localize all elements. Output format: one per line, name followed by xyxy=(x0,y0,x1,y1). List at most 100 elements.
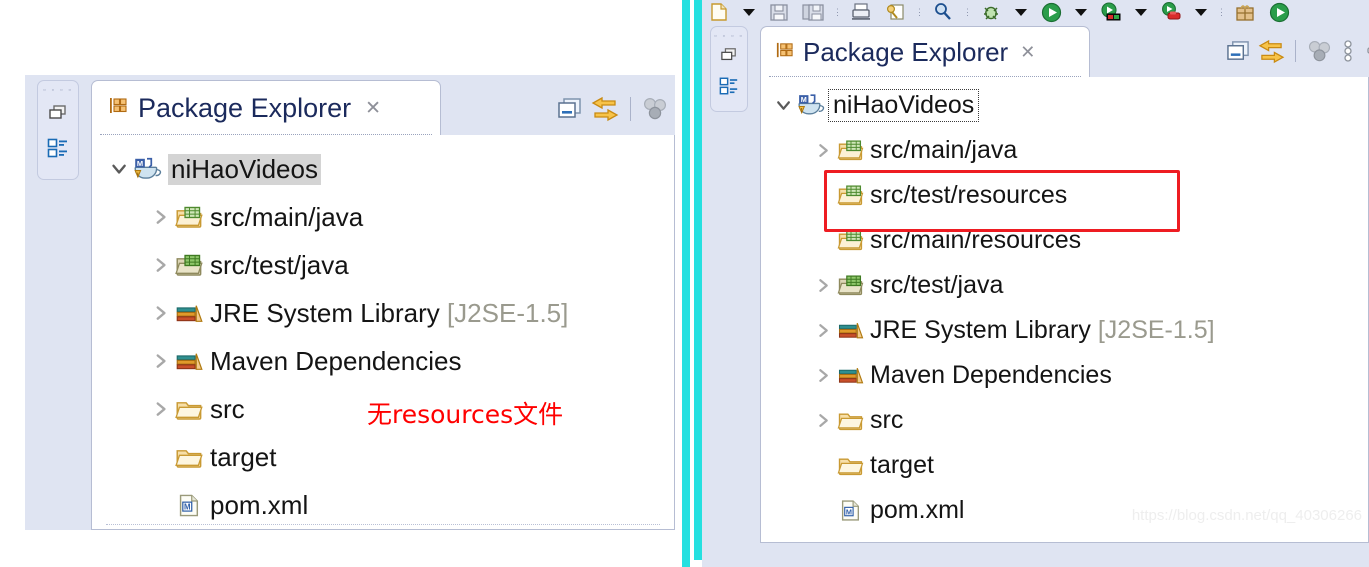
chevron-right-icon[interactable] xyxy=(148,399,174,419)
library-icon xyxy=(174,349,204,374)
tree-row[interactable]: JRE System Library [J2SE-1.5] xyxy=(92,289,674,337)
left-tree-rows: M ! niHaoVideos src/main/java src/test/j… xyxy=(92,145,674,529)
close-icon[interactable]: ✕ xyxy=(1020,42,1035,63)
tree-item-label: niHaoVideos xyxy=(827,89,980,122)
tree-row[interactable]: src/main/resources xyxy=(761,218,1368,263)
tree-row[interactable]: src/test/java xyxy=(761,263,1368,308)
maven-project-icon: M ! xyxy=(132,157,162,182)
minimize-icon[interactable] xyxy=(1361,44,1369,58)
chevron-down-icon[interactable] xyxy=(771,96,796,115)
tree-row[interactable]: src/test/java xyxy=(92,241,674,289)
tree-row[interactable]: src/main/java xyxy=(92,193,674,241)
link-with-editor-icon[interactable] xyxy=(1254,39,1288,64)
annotation-no-resources: 无resources文件 xyxy=(367,400,564,429)
package-explorer-icon xyxy=(108,95,128,122)
tree-row[interactable]: target xyxy=(761,443,1368,488)
collapse-all-icon[interactable] xyxy=(1222,40,1254,63)
tab-package-explorer[interactable]: Package Explorer ✕ xyxy=(91,80,441,136)
collapse-all-icon[interactable] xyxy=(553,97,587,121)
chevron-right-icon[interactable] xyxy=(811,276,836,295)
chevron-right-icon[interactable] xyxy=(811,141,836,160)
package-explorer-icon[interactable] xyxy=(719,76,739,101)
toolbar-separator xyxy=(630,97,631,121)
tree-item-label: src/main/resources xyxy=(870,226,1082,254)
left-view-toolbar xyxy=(553,92,672,126)
tree-row[interactable]: M pom.xml xyxy=(92,481,674,529)
dropdown-caret-icon[interactable] xyxy=(1008,0,1034,24)
folder-icon xyxy=(836,409,865,432)
chevron-right-icon[interactable] xyxy=(811,366,836,385)
debug-icon[interactable] xyxy=(974,0,1008,24)
separator-dots-icon: ⋮ xyxy=(1217,6,1226,17)
close-icon[interactable]: ✕ xyxy=(365,97,381,120)
package-gift-icon[interactable] xyxy=(1228,0,1262,24)
new-file-icon[interactable] xyxy=(702,0,736,24)
tree-item-label: src/test/resources xyxy=(870,181,1068,209)
source-folder-icon xyxy=(836,184,865,207)
tree-item-label: Maven Dependencies xyxy=(870,361,1112,389)
folder-icon xyxy=(174,397,204,422)
tree-item-label: src/main/java xyxy=(210,201,364,232)
chevron-right-icon[interactable] xyxy=(148,351,174,371)
restore-icon[interactable] xyxy=(48,104,68,127)
svg-text:M: M xyxy=(801,95,807,104)
tree-row[interactable]: src/test/resources xyxy=(761,173,1368,218)
chevron-right-icon[interactable] xyxy=(811,411,836,430)
chevron-right-icon[interactable] xyxy=(148,303,174,323)
tree-row[interactable]: Maven Dependencies xyxy=(761,353,1368,398)
dropdown-caret-icon[interactable] xyxy=(1068,0,1094,24)
save-all-icon[interactable] xyxy=(796,0,830,24)
external-tools-icon[interactable] xyxy=(1154,0,1188,24)
link-with-editor-icon[interactable] xyxy=(587,96,623,122)
tree-row[interactable]: M ! niHaoVideos xyxy=(761,83,1368,128)
test-source-folder-icon xyxy=(836,274,865,297)
run-icon[interactable] xyxy=(1034,0,1068,24)
package-explorer-icon[interactable] xyxy=(47,137,69,164)
overflow-menu-icon[interactable] xyxy=(1335,39,1361,63)
right-main-toolbar: ⋮ ⋮ ⋮ ⋮ xyxy=(702,0,1369,24)
right-tree-body[interactable]: M ! niHaoVideos src/main/java src/test/r… xyxy=(760,77,1369,543)
right-fast-view-bar: ▫ ▫ ▫ ▫ xyxy=(710,26,748,112)
maven-project-icon: M ! xyxy=(796,94,825,117)
dropdown-caret-icon[interactable] xyxy=(1128,0,1154,24)
chevron-right-icon[interactable] xyxy=(811,321,836,340)
view-menu-icon[interactable] xyxy=(638,97,672,121)
tree-item-label: JRE System Library [J2SE-1.5] xyxy=(870,316,1215,344)
left-tree-body[interactable]: M ! niHaoVideos src/main/java src/test/j… xyxy=(91,135,675,530)
tree-row[interactable]: target xyxy=(92,433,674,481)
tree-item-label: target xyxy=(210,441,277,472)
build-icon[interactable] xyxy=(878,0,912,24)
library-icon xyxy=(836,319,865,342)
chevron-right-icon[interactable] xyxy=(148,207,174,227)
chevron-down-icon[interactable] xyxy=(106,159,132,179)
right-tree-rows: M ! niHaoVideos src/main/java src/test/r… xyxy=(761,83,1368,533)
print-icon[interactable] xyxy=(844,0,878,24)
tree-row[interactable]: src xyxy=(761,398,1368,443)
tree-item-label: target xyxy=(870,451,934,479)
chevron-right-icon[interactable] xyxy=(148,255,174,275)
restore-icon[interactable] xyxy=(720,47,738,68)
svg-text:M: M xyxy=(184,502,191,511)
tree-item-label: src/main/java xyxy=(870,136,1018,164)
tab-package-explorer[interactable]: Package Explorer ✕ xyxy=(760,26,1090,78)
dropdown-caret-icon[interactable] xyxy=(736,0,762,24)
xml-file-icon: M xyxy=(836,499,865,522)
dropdown-caret-icon[interactable] xyxy=(1188,0,1214,24)
tree-row[interactable]: src/main/java xyxy=(761,128,1368,173)
run-icon[interactable] xyxy=(1262,0,1296,24)
save-icon[interactable] xyxy=(762,0,796,24)
separator-dots-icon: ⋮ xyxy=(915,6,924,17)
search-icon[interactable] xyxy=(926,0,960,24)
view-menu-icon[interactable] xyxy=(1303,40,1335,63)
svg-text:!: ! xyxy=(801,108,803,114)
run-coverage-icon[interactable] xyxy=(1094,0,1128,24)
tree-row[interactable]: JRE System Library [J2SE-1.5] xyxy=(761,308,1368,353)
right-eclipse-window: ⋮ ⋮ ⋮ ⋮ ▫ ▫ ▫ ▫ Package Explorer ✕ M ! n… xyxy=(702,0,1369,567)
folder-icon xyxy=(836,454,865,477)
library-icon xyxy=(174,301,204,326)
tree-row[interactable]: Maven Dependencies xyxy=(92,337,674,385)
tree-row[interactable]: M ! niHaoVideos xyxy=(92,145,674,193)
svg-text:!: ! xyxy=(137,172,139,178)
tree-item-suffix: [J2SE-1.5] xyxy=(446,297,569,328)
folder-icon xyxy=(174,445,204,470)
